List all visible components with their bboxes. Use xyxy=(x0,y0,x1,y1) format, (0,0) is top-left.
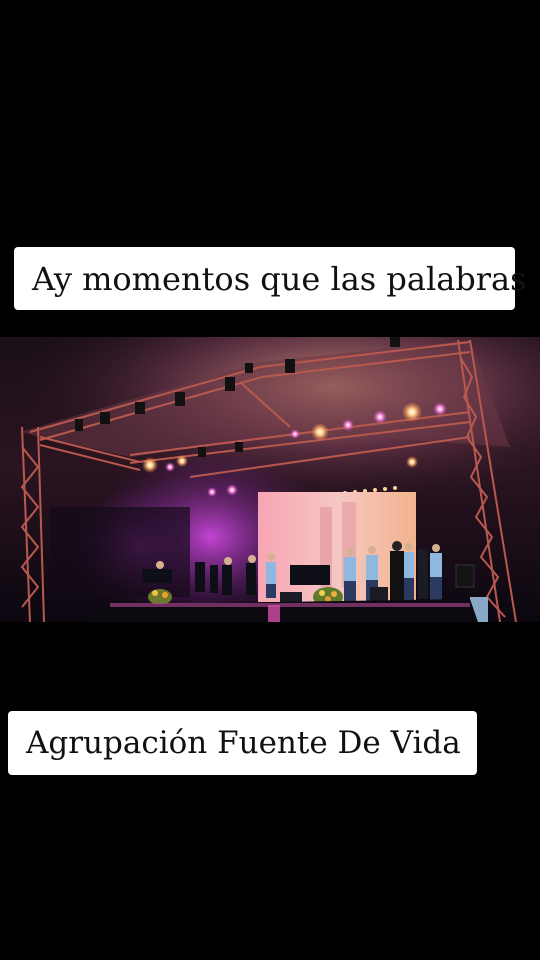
concert-stage-photo xyxy=(0,337,540,622)
caption-bottom: Agrupación Fuente De Vida xyxy=(8,711,477,775)
caption-top: Ay momentos que las palabras xyxy=(14,247,527,310)
